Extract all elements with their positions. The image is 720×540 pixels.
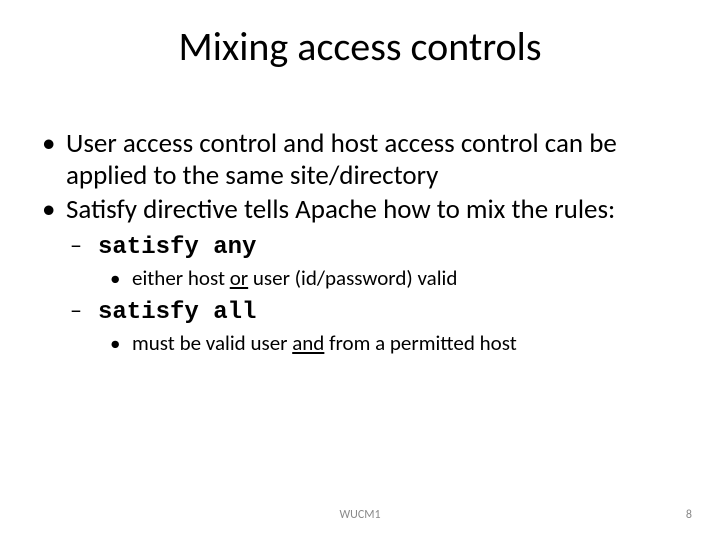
bullet-satisfy-directive: Satisfy directive tells Apache how to mi… bbox=[40, 194, 680, 226]
text-and: and bbox=[292, 330, 324, 356]
footer-center: WUCM1 bbox=[0, 508, 720, 522]
bullet-user-host-access: User access control and host access cont… bbox=[40, 128, 680, 192]
page-number: 8 bbox=[686, 508, 692, 522]
code-satisfy-any: satisfy any bbox=[98, 234, 256, 261]
slide-body: User access control and host access cont… bbox=[40, 128, 680, 362]
text-post: from a permitted host bbox=[324, 330, 516, 356]
bullet-satisfy-any: satisfy any bbox=[40, 232, 680, 262]
code-satisfy-all: satisfy all bbox=[98, 299, 256, 326]
slide-title: Mixing access controls bbox=[0, 22, 720, 71]
text-pre: must be valid user bbox=[132, 330, 292, 356]
slide: Mixing access controls User access contr… bbox=[0, 0, 720, 540]
bullet-satisfy-any-desc: either host or user (id/password) valid bbox=[40, 266, 680, 291]
text-post: user (id/password) valid bbox=[248, 265, 457, 291]
text-or: or bbox=[230, 265, 248, 291]
text-pre: either host bbox=[132, 265, 230, 291]
bullet-satisfy-all: satisfy all bbox=[40, 297, 680, 327]
bullet-satisfy-all-desc: must be valid user and from a permitted … bbox=[40, 331, 680, 356]
